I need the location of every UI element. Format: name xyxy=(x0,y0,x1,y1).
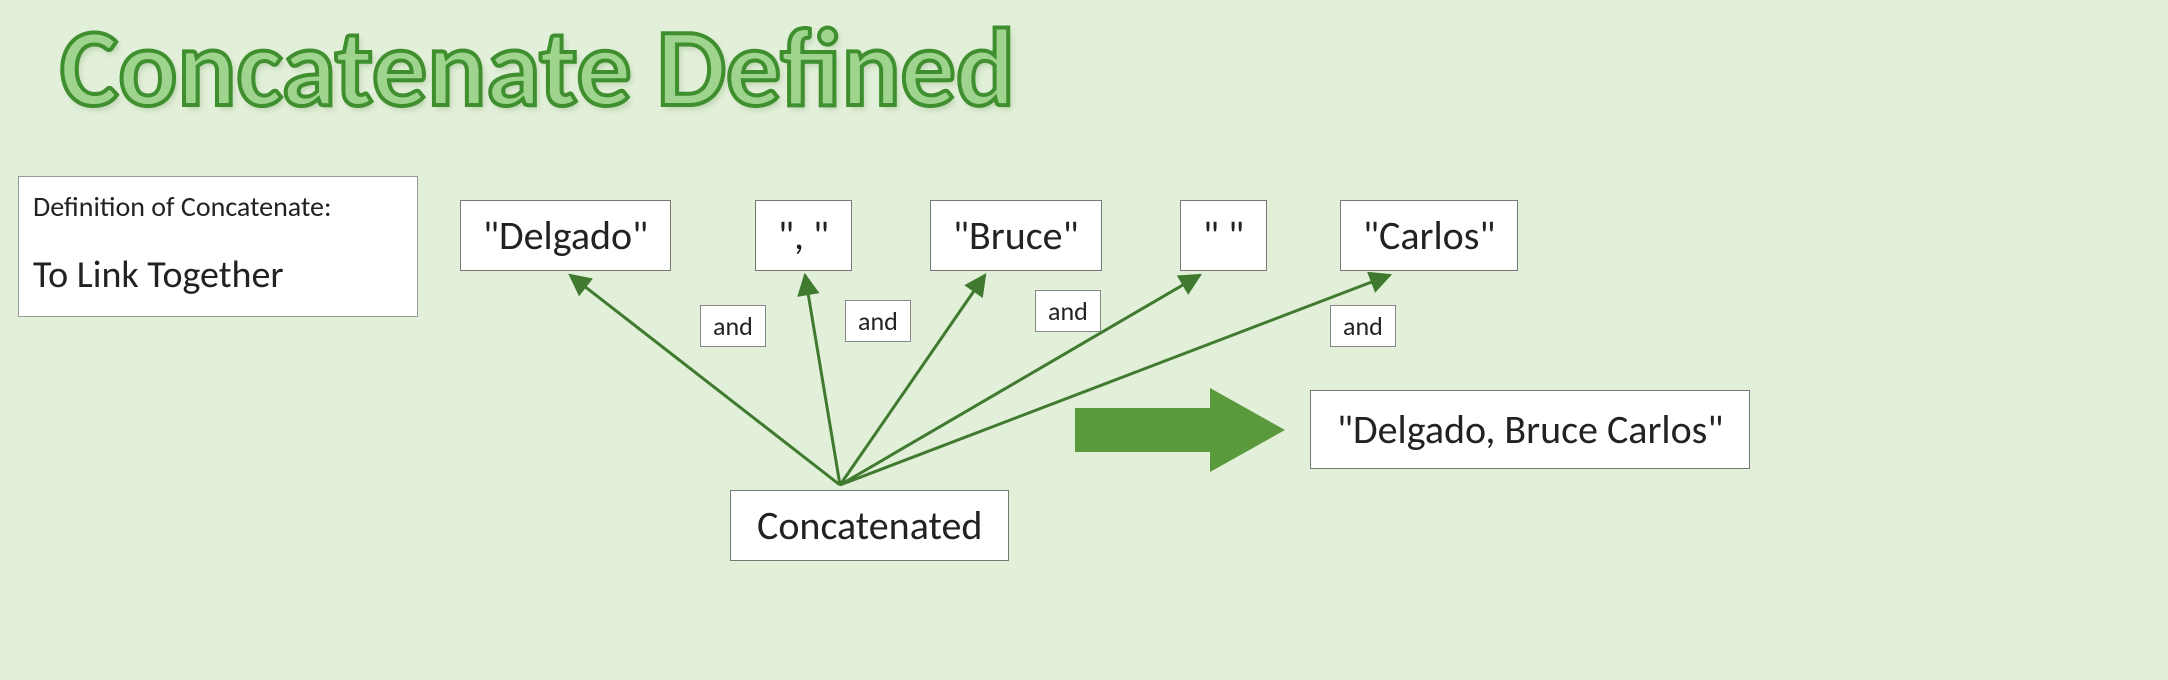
piece-delgado: "Delgado" xyxy=(460,200,671,271)
and-label-3: and xyxy=(1035,290,1101,332)
and-label-4: and xyxy=(1330,305,1396,347)
source-label-box: Concatenated xyxy=(730,490,1009,561)
definition-heading: Definition of Concatenate: xyxy=(33,189,403,224)
piece-space: " " xyxy=(1180,200,1267,271)
arrow-to-comma xyxy=(805,275,840,485)
arrow-to-carlos xyxy=(840,275,1390,485)
result-box: "Delgado, Bruce Carlos" xyxy=(1310,390,1750,469)
definition-box: Definition of Concatenate: To Link Toget… xyxy=(18,176,418,317)
and-label-1: and xyxy=(700,305,766,347)
piece-bruce: "Bruce" xyxy=(930,200,1102,271)
definition-text: To Link Together xyxy=(33,252,403,298)
result-arrow-icon xyxy=(1075,388,1285,472)
and-label-2: and xyxy=(845,300,911,342)
piece-comma-space: ", " xyxy=(755,200,852,271)
slide-title: Concatenate Defined xyxy=(60,0,1015,135)
piece-carlos: "Carlos" xyxy=(1340,200,1518,271)
